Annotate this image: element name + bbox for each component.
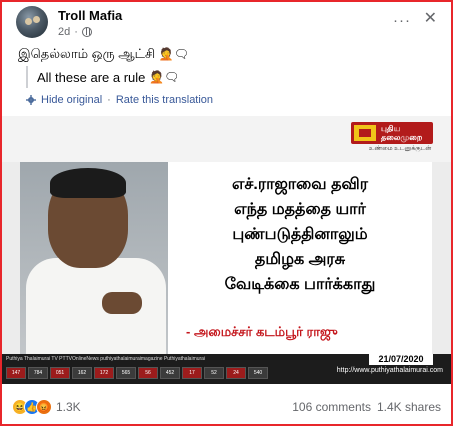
facepalm-emoji-icon: 🤦 [149, 70, 164, 84]
quote-line: எச்.ராஜாவை தவிர [232, 176, 368, 193]
engagement-stats: 106 comments 1.4K shares [292, 400, 441, 414]
post-card: Troll Mafia 2d · ··· ✕ இதெல்லாம் ஒரு ஆட்… [0, 0, 453, 426]
author-avatar[interactable] [16, 6, 48, 38]
translated-text: All these are a rule [37, 69, 146, 85]
post-image[interactable]: புதிய தலைமுறை உண்மை உடனுக்குடன் எச்.ராஜா… [2, 116, 451, 384]
ticker-cell: 162 [72, 367, 92, 379]
meta-separator: · [74, 26, 78, 38]
rate-translation-link[interactable]: Rate this translation [116, 94, 213, 106]
speech-emoji-icon: 🗨 [163, 70, 180, 84]
news-ticker: Puthiya Thalaimurai TV PTTVOnlineNews pu… [2, 354, 451, 384]
broadcast-date: 21/07/2020 [369, 354, 433, 365]
angry-reaction-icon: 😡 [36, 399, 52, 415]
gear-icon[interactable] [26, 95, 36, 105]
person-photo [20, 162, 168, 354]
ticker-cell: 540 [248, 367, 268, 379]
quote-text: எச்.ராஜாவை தவிர எந்த மதத்தை யார் புண்படு… [168, 172, 432, 297]
more-options-button[interactable]: ··· [393, 12, 411, 29]
ticker-cell: 172 [94, 367, 114, 379]
controls-separator: · [107, 94, 111, 106]
ticker-cell: 784 [28, 367, 48, 379]
author-name[interactable]: Troll Mafia [58, 8, 122, 23]
channel-logo: புதிய தலைமுறை உண்மை உடனுக்குடன் [351, 122, 433, 156]
channel-name: புதிய தலைமுறை [381, 124, 423, 142]
hide-original-link[interactable]: Hide original [41, 94, 102, 106]
original-text: இதெல்லாம் ஒரு ஆட்சி [18, 46, 156, 61]
quote-line: தமிழக அரசு [254, 251, 346, 268]
ticker-cell: 17 [182, 367, 202, 379]
close-button[interactable]: ✕ [424, 8, 437, 28]
globe-icon [81, 27, 92, 37]
website-url: http://www.puthiyathalaimurai.com [336, 367, 443, 374]
quote-line: வேடிக்கை பார்க்காது [224, 276, 376, 293]
ticker-cell: 147 [6, 367, 26, 379]
quote-card: எச்.ராஜாவை தவிர எந்த மதத்தை யார் புண்படு… [168, 162, 432, 354]
translated-text-block: All these are a rule 🤦 🗨 [26, 66, 179, 88]
logo-mark-icon [354, 125, 376, 141]
comments-count[interactable]: 106 comments [292, 400, 371, 414]
reaction-count[interactable]: 1.3K [56, 400, 81, 414]
post-time[interactable]: 2d [58, 26, 70, 38]
quote-attribution: - அமைச்சர் கடம்பூர் ராஜு [186, 324, 338, 339]
speech-emoji-icon: 🗨 [173, 47, 190, 61]
ticker-cells: 147 784 051 162 172 565 56 452 17 52 24 … [6, 367, 268, 379]
reactions-summary[interactable]: 😆 👍 😡 1.3K [12, 399, 81, 415]
quote-line: எந்த மதத்தை யார் [234, 201, 366, 218]
social-handles: Puthiya Thalaimurai TV PTTVOnlineNews pu… [6, 356, 206, 362]
facepalm-emoji-icon: 🤦 [158, 47, 174, 61]
ticker-cell: 52 [204, 367, 224, 379]
post-meta: 2d · [58, 26, 92, 38]
post-text-original: இதெல்லாம் ஒரு ஆட்சி 🤦🗨 [18, 46, 189, 63]
translation-controls: Hide original · Rate this translation [26, 94, 213, 106]
ticker-cell: 452 [160, 367, 180, 379]
ticker-cell: 24 [226, 367, 246, 379]
shares-count[interactable]: 1.4K shares [377, 400, 441, 414]
ticker-cell: 565 [116, 367, 136, 379]
post-footer: 😆 👍 😡 1.3K 106 comments 1.4K shares [12, 396, 441, 418]
channel-tagline: உண்மை உடனுக்குடன் [369, 146, 432, 152]
image-top-bar: புதிய தலைமுறை உண்மை உடனுக்குடன் [2, 116, 451, 162]
ticker-cell: 051 [50, 367, 70, 379]
quote-line: புண்படுத்தினாலும் [232, 226, 368, 243]
post-header: Troll Mafia 2d · ··· ✕ [16, 6, 437, 42]
ticker-cell: 56 [138, 367, 158, 379]
